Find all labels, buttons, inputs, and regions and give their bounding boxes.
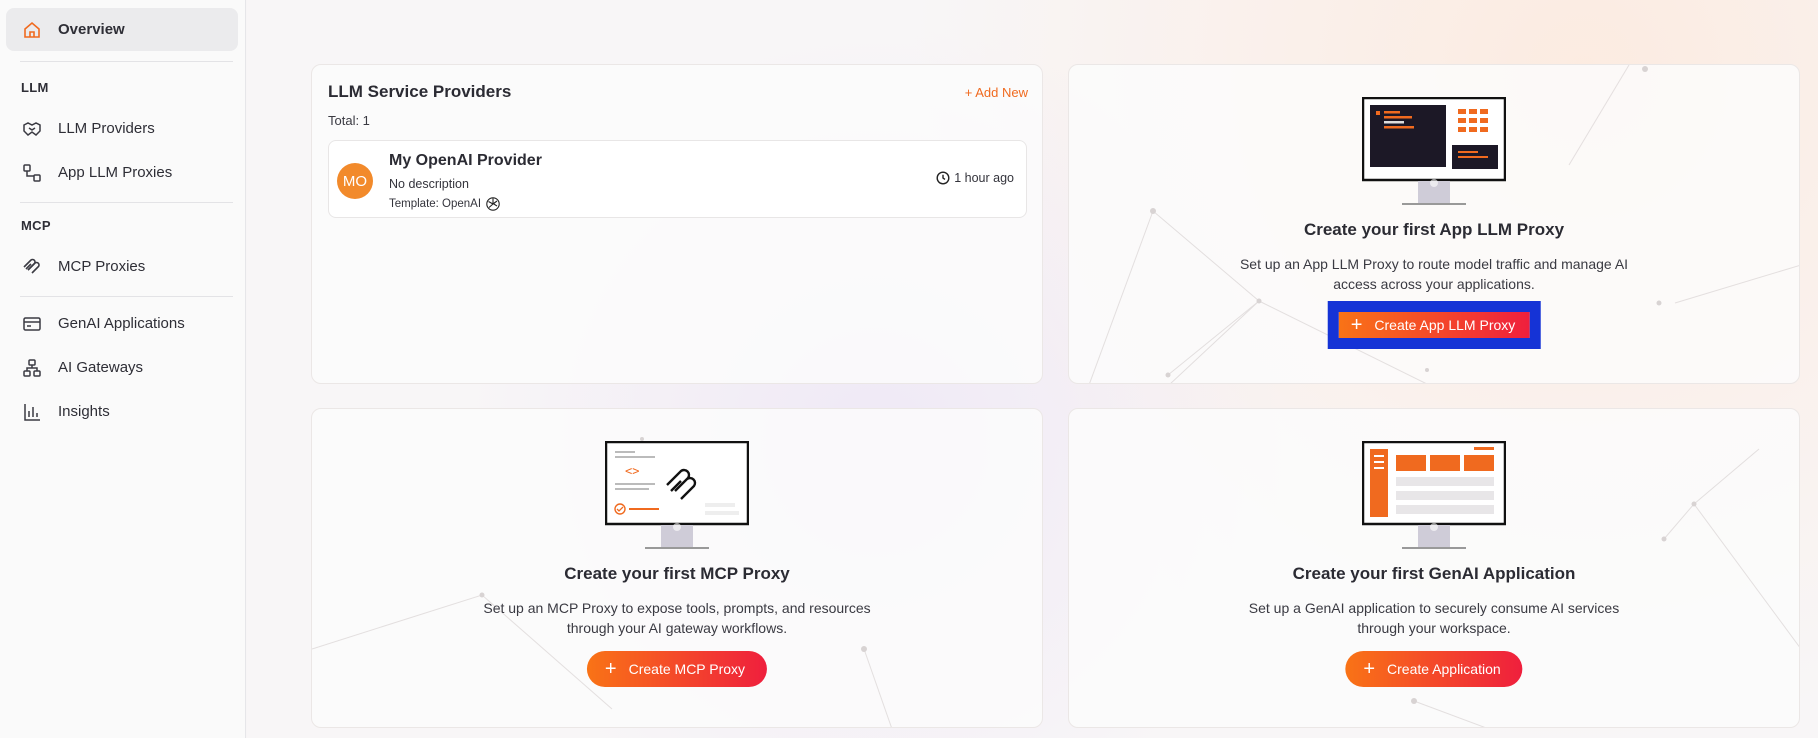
mcp-icon (22, 257, 42, 277)
provider-description: No description (389, 177, 469, 191)
card-title: Create your first MCP Proxy (564, 564, 790, 583)
sidebar: Overview LLM LLM Providers App LLM Proxi… (0, 0, 246, 738)
sidebar-divider (20, 296, 233, 297)
card-title: LLM Service Providers (328, 82, 512, 101)
provider-template: Template: OpenAI (389, 196, 501, 212)
mcp-illustration: <> (605, 441, 749, 549)
sidebar-item-label: GenAI Applications (58, 315, 185, 332)
provider-updated: 1 hour ago (936, 171, 1014, 185)
sidebar-item-label: Insights (58, 403, 110, 420)
card-description: Set up an MCP Proxy to expose tools, pro… (483, 600, 871, 636)
openai-logo-icon (486, 197, 500, 211)
home-icon (22, 20, 42, 40)
button-label: Create Application (1387, 661, 1501, 677)
card-title: Create your first App LLM Proxy (1303, 220, 1565, 239)
sidebar-item-overview[interactable]: Overview (6, 8, 238, 51)
llm-providers-card: LLM Service Providers Total: 1 + Add New… (311, 64, 1043, 384)
template-label: Template: OpenAI (389, 198, 482, 210)
genai-application-card: Create your first GenAI Application Set … (1068, 408, 1800, 728)
button-label: Create App LLM Proxy (1374, 317, 1516, 333)
proxy-icon (22, 163, 42, 183)
card-title: Create your first GenAI Application (1292, 564, 1576, 583)
card-description: Set up an App LLM Proxy to route model t… (1239, 256, 1629, 292)
mcp-proxy-card: <> Create your first MCP Proxy Set up an… (311, 408, 1043, 728)
avatar: MO (337, 163, 373, 199)
sidebar-item-llm-providers[interactable]: LLM Providers (6, 107, 238, 150)
provider-list-item[interactable]: MO My OpenAI Provider No description Tem… (328, 140, 1027, 218)
sidebar-item-label: AI Gateways (58, 359, 144, 376)
sidebar-section-llm: LLM (21, 80, 49, 95)
proxy-illustration (1362, 97, 1506, 205)
create-mcp-proxy-button[interactable]: + Create MCP Proxy (586, 651, 768, 687)
sidebar-item-label: LLM Providers (58, 120, 155, 137)
provider-time: 1 hour ago (954, 171, 1014, 185)
application-illustration (1362, 441, 1506, 549)
app-llm-proxy-card: Create your first App LLM Proxy Set up a… (1068, 64, 1800, 384)
providers-total: Total: 1 (328, 113, 370, 128)
plus-icon: + (1363, 658, 1376, 680)
clock-icon (936, 171, 950, 185)
plus-icon: + (1350, 314, 1363, 336)
plus-icon: + (604, 658, 617, 680)
bar-chart-icon (22, 402, 42, 422)
create-application-button[interactable]: + Create Application (1345, 651, 1523, 687)
sidebar-section-mcp: MCP (21, 218, 51, 233)
main-content: LLM Service Providers Total: 1 + Add New… (247, 0, 1818, 738)
add-new-button[interactable]: + Add New (965, 85, 1028, 100)
card-description: Set up a GenAI application to securely c… (1248, 600, 1620, 636)
provider-name: My OpenAI Provider (389, 152, 542, 169)
sidebar-item-label: Overview (58, 21, 125, 38)
svg-text:<>: <> (625, 464, 639, 478)
sidebar-divider (20, 202, 233, 203)
sidebar-item-insights[interactable]: Insights (6, 390, 238, 433)
network-icon (22, 358, 42, 378)
credit-card-icon (22, 314, 42, 334)
sidebar-item-app-llm-proxies[interactable]: App LLM Proxies (6, 151, 238, 194)
sidebar-item-label: App LLM Proxies (58, 164, 173, 181)
sidebar-item-mcp-proxies[interactable]: MCP Proxies (6, 245, 238, 288)
sidebar-item-label: MCP Proxies (58, 258, 146, 275)
handshake-icon (22, 119, 42, 139)
sidebar-divider (20, 61, 233, 62)
sidebar-item-ai-gateways[interactable]: AI Gateways (6, 346, 238, 389)
create-app-llm-proxy-button[interactable]: + Create App LLM Proxy (1327, 301, 1541, 349)
button-label: Create MCP Proxy (628, 661, 746, 677)
sidebar-item-genai-applications[interactable]: GenAI Applications (6, 302, 238, 345)
